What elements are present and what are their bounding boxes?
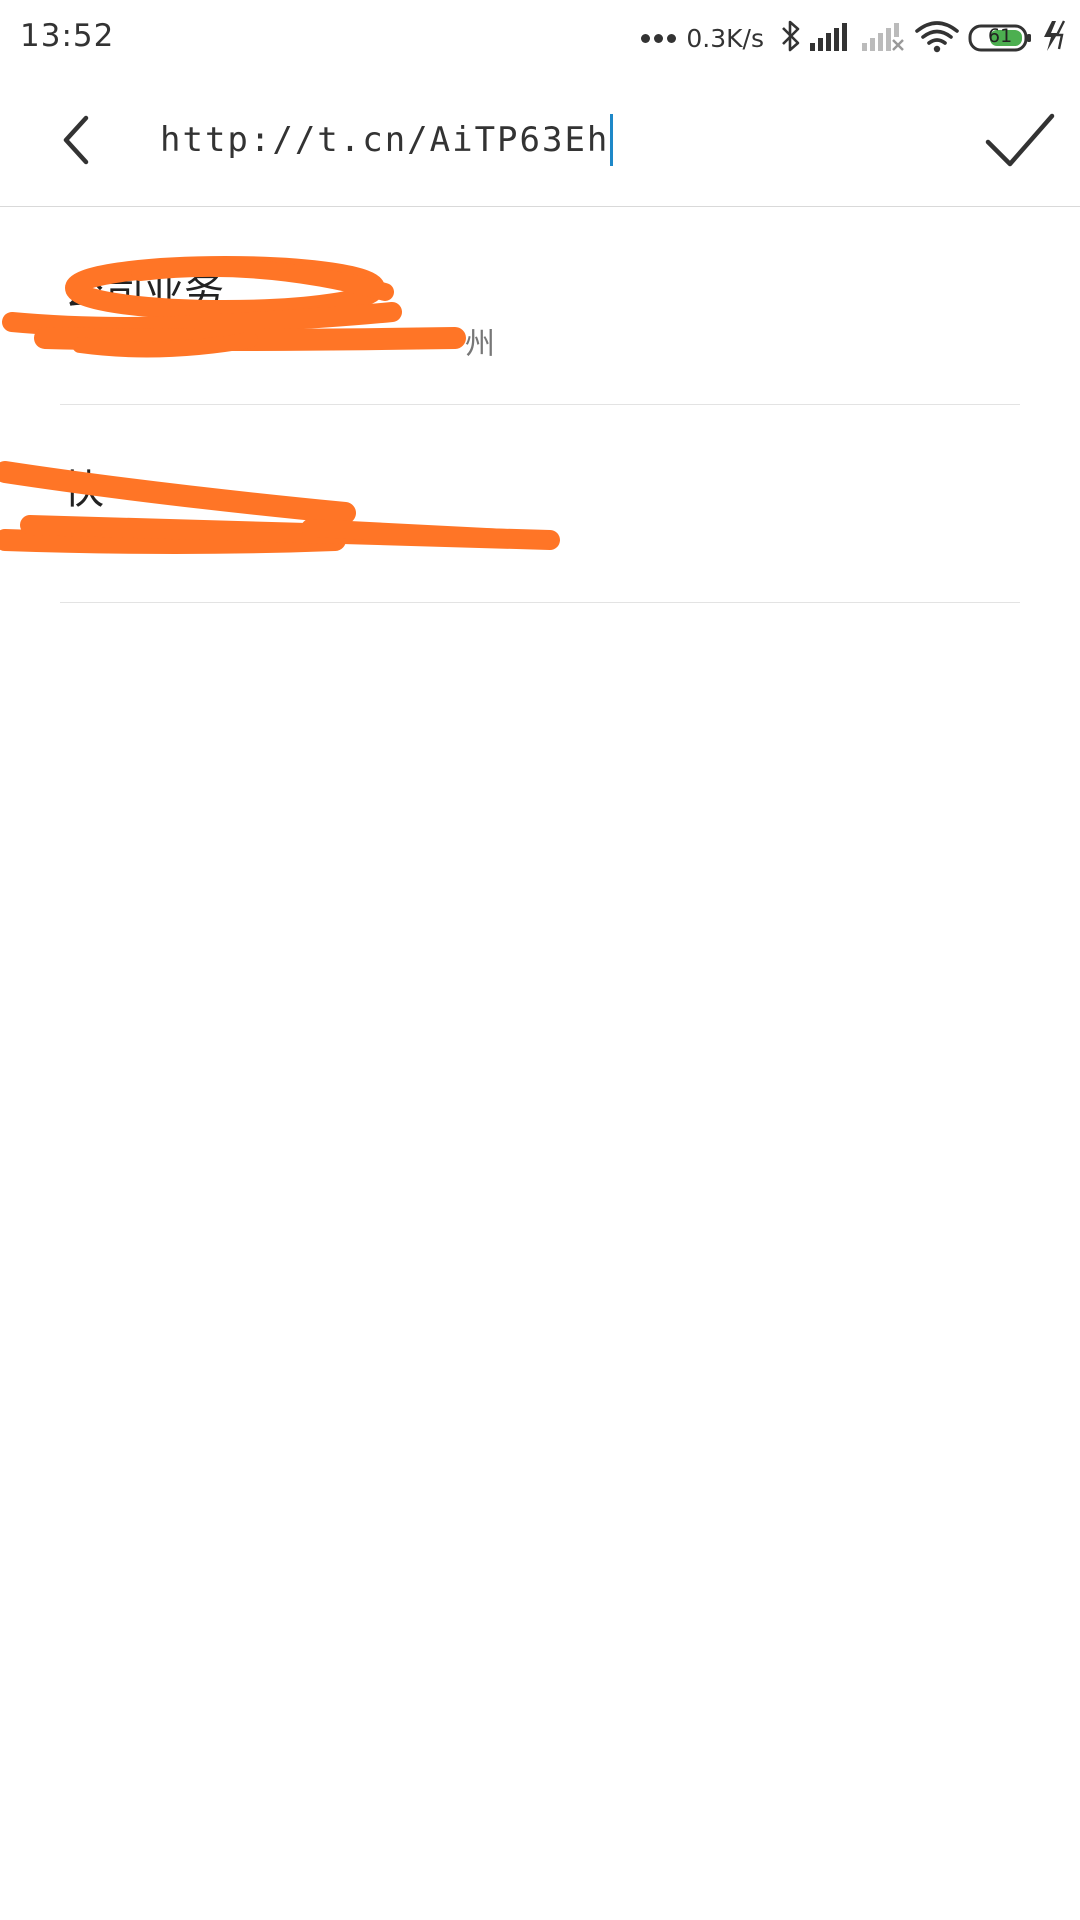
- signal-no-service-icon: [862, 21, 906, 55]
- back-button[interactable]: [40, 104, 112, 176]
- network-speed: 0.3K/s: [686, 23, 764, 53]
- url-input-value[interactable]: http://t.cn/AiTP63Eh: [160, 120, 609, 160]
- result-list: 公司业务 州 快: [0, 207, 1080, 603]
- url-input[interactable]: http://t.cn/AiTP63Eh: [160, 110, 960, 170]
- text-caret: [610, 114, 614, 166]
- status-time: 13:52: [20, 18, 115, 54]
- list-item[interactable]: 公司业务 州: [0, 207, 1080, 405]
- list-item[interactable]: 快: [0, 405, 1080, 603]
- list-item-title: 快: [64, 467, 104, 513]
- checkmark-icon: [985, 113, 1055, 167]
- battery-icon: 61: [968, 23, 1032, 53]
- divider: [60, 602, 1020, 603]
- list-item-title: 公司业务: [64, 269, 224, 315]
- status-bar: 13:52 0.3K/s 61: [0, 0, 1080, 76]
- wifi-icon: [914, 19, 960, 57]
- more-dots-icon: [641, 33, 680, 43]
- status-icons: 0.3K/s 61: [641, 14, 1070, 62]
- confirm-button[interactable]: [980, 100, 1060, 180]
- charging-icon: [1040, 19, 1070, 57]
- chevron-left-icon: [63, 115, 89, 165]
- list-item-subtitle: 州: [465, 327, 495, 362]
- bluetooth-icon: [780, 19, 802, 57]
- app-bar: http://t.cn/AiTP63Eh: [0, 76, 1080, 207]
- screen: 13:52 0.3K/s 61 http://t.cn/AiTP63Eh 公司业…: [0, 0, 1080, 1920]
- battery-level: 61: [988, 25, 1013, 47]
- signal-icon: [810, 21, 854, 55]
